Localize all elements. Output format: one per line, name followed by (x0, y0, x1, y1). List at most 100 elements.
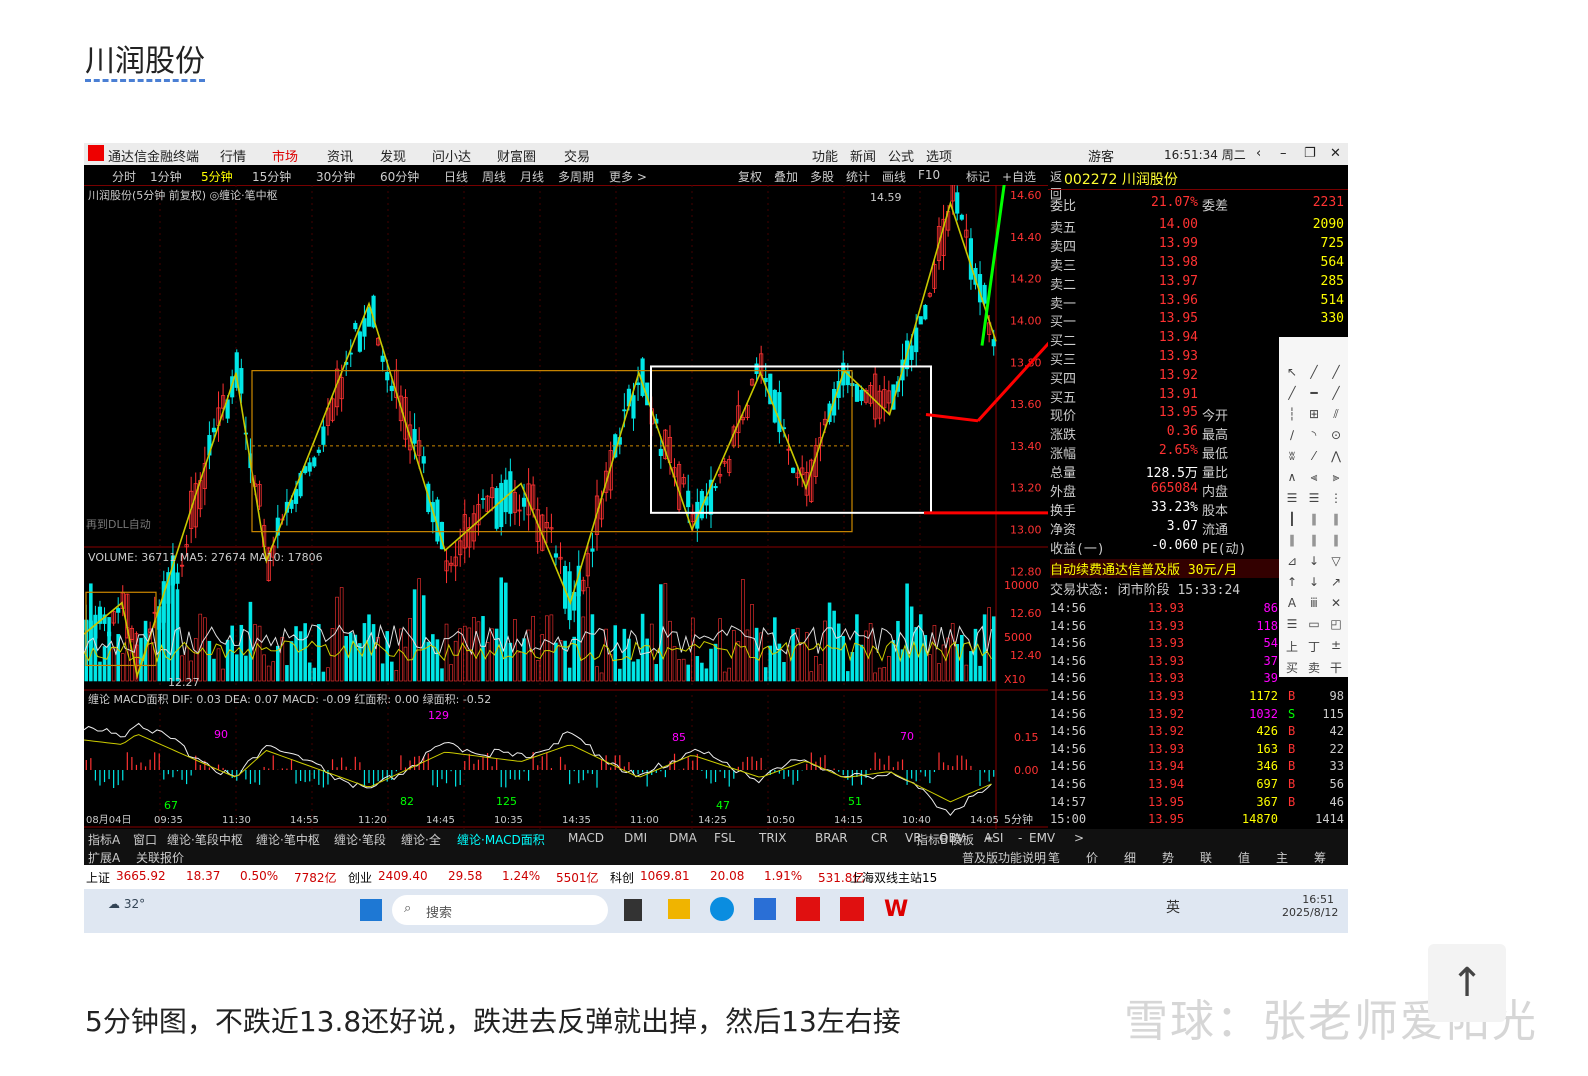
drawing-tools-palette[interactable]: ↖ ╱ ╱ ╱ ━ ╱ ┆ ⊞ ⫽ ∕ ◝ ⊙ ʬ ⁄ ⋀ ∧ ⫷ ⫸ ☰ ☰ ⋮ ┃ ∥ ∥ ∥ ∥ ∥ ⊿ ↓ ▽ ↑ ↓ ↗ Aⅲ ✕ ☰ ▭ ◰ 上… (1279, 337, 1348, 677)
drawing-tool-icon[interactable]: ⊙ (1327, 428, 1345, 442)
sub-tab[interactable]: 关联报价 (136, 849, 184, 866)
promo-banner[interactable]: 自动续费通达信普及版 30元/月 (1050, 559, 1280, 578)
menu-item[interactable]: 财富圈 (497, 146, 536, 165)
drawing-tool-icon[interactable]: ↖ (1283, 365, 1301, 379)
indicator-tab[interactable]: 缠论·笔段中枢 (167, 831, 243, 848)
drawing-tool-icon[interactable]: 干 (1327, 659, 1345, 676)
timeframe-tab[interactable]: 60分钟 (380, 168, 419, 185)
drawing-tool-icon[interactable]: ∥ (1305, 533, 1323, 547)
drawing-tool-icon[interactable]: ⅲ (1305, 596, 1323, 610)
indicator-tab[interactable]: CR (871, 831, 888, 845)
timeframe-tab[interactable]: 周线 (482, 168, 506, 185)
right-panel-tab[interactable]: 主 (1276, 849, 1288, 866)
chart-tool-button[interactable]: 统计 (846, 168, 870, 185)
weather-widget[interactable]: ☁ 32° (108, 897, 145, 911)
drawing-tool-icon[interactable]: ⋀ (1327, 449, 1345, 463)
drawing-tool-icon[interactable]: ╱ (1283, 386, 1301, 400)
indicator-tab[interactable]: 模板 (950, 831, 974, 848)
indicator-tab[interactable]: > (1074, 831, 1084, 845)
indicator-tab[interactable]: 缠论·MACD面积 (457, 831, 545, 848)
timeframe-tab[interactable]: 月线 (520, 168, 544, 185)
right-panel-tab[interactable]: 价 (1086, 849, 1098, 866)
right-panel-tab[interactable]: 细 (1124, 849, 1136, 866)
indicator-tab[interactable]: DMA (669, 831, 697, 845)
drawing-tool-icon[interactable]: ⊿ (1283, 554, 1301, 568)
drawing-tool-icon[interactable]: ☰ (1283, 617, 1301, 631)
drawing-tool-icon[interactable]: ⁄ (1305, 449, 1323, 463)
drawing-tool-icon[interactable]: 卖 (1305, 659, 1323, 676)
drawing-tool-icon[interactable]: ☰ (1283, 491, 1301, 505)
menu-item[interactable]: 资讯 (327, 146, 353, 165)
drawing-tool-icon[interactable]: ╱ (1305, 365, 1323, 379)
right-panel-tab[interactable]: 值 (1238, 849, 1250, 866)
drawing-tool-icon[interactable]: ʬ (1283, 449, 1301, 463)
drawing-tool-icon[interactable]: ╱ (1327, 386, 1345, 400)
drawing-tool-icon[interactable]: ✕ (1327, 596, 1345, 610)
timeframe-tab[interactable]: 更多 > (609, 168, 647, 185)
indicator-tab[interactable]: BRAR (815, 831, 848, 845)
drawing-tool-icon[interactable]: ┃ (1283, 512, 1301, 526)
drawing-tool-icon[interactable]: ╱ (1327, 365, 1345, 379)
drawing-tool-icon[interactable]: 买 (1283, 659, 1301, 676)
indicator-tab[interactable]: FSL (714, 831, 735, 845)
post-title[interactable]: 川润股份 (85, 36, 205, 80)
drawing-tool-icon[interactable]: ∥ (1283, 533, 1301, 547)
drawing-tool-icon[interactable]: ∧ (1283, 470, 1301, 484)
indicator-tab[interactable]: 缠论·笔中枢 (256, 831, 320, 848)
indicator-tab[interactable]: TRIX (759, 831, 786, 845)
menu-item[interactable]: 选项 (926, 146, 952, 165)
menu-item-active[interactable]: 市场 (272, 146, 298, 165)
drawing-tool-icon[interactable]: ∕ (1283, 428, 1301, 442)
restore-icon[interactable]: ❐ (1304, 146, 1316, 161)
drawing-tool-icon[interactable]: ⊞ (1305, 407, 1323, 421)
indicator-tab[interactable]: DMI (624, 831, 647, 845)
chart-tool-button[interactable]: 多股 (810, 168, 834, 185)
drawing-tool-icon[interactable]: ⫸ (1327, 470, 1345, 485)
close-icon[interactable]: ✕ (1330, 146, 1341, 161)
timeframe-tab[interactable]: 分时 (112, 168, 136, 185)
chart-tool-button[interactable]: +自选 (1002, 168, 1036, 185)
drawing-tool-icon[interactable]: ━ (1305, 386, 1323, 400)
right-panel-tab[interactable]: 筹 (1314, 849, 1326, 866)
store-icon[interactable] (754, 898, 776, 920)
indicator-tab[interactable]: 缠论·笔段 (334, 831, 386, 848)
drawing-tool-icon[interactable]: ⫷ (1305, 470, 1323, 485)
tdx-app-icon[interactable] (796, 897, 820, 921)
menu-item[interactable]: 发现 (380, 146, 406, 165)
indicator-tab[interactable]: 缠论·全 (401, 831, 441, 848)
indicator-tab[interactable]: - (1018, 831, 1022, 845)
chart-tool-button[interactable]: F10 (918, 168, 940, 182)
right-panel-tab[interactable]: 联 (1200, 849, 1212, 866)
menu-item[interactable]: 新闻 (850, 146, 876, 165)
menu-item[interactable]: 交易 (564, 146, 590, 165)
drawing-tool-icon[interactable]: ± (1327, 638, 1345, 652)
kline-chart[interactable]: 川润股份(5分钟 前复权) ◎缠论·笔中枢 14.60 14.40 14.20 14.0… (84, 185, 1048, 829)
menu-item[interactable]: 功能 (812, 146, 838, 165)
timeframe-tab[interactable]: 1分钟 (150, 168, 182, 185)
edge-icon[interactable] (710, 897, 734, 921)
drawing-tool-icon[interactable]: 丁 (1305, 638, 1323, 655)
tdx-app-icon-2[interactable] (840, 897, 864, 921)
right-panel-tab[interactable]: 笔 (1048, 849, 1060, 866)
drawing-tool-icon[interactable]: ▽ (1327, 554, 1345, 568)
indicator-tab[interactable]: + (984, 831, 994, 845)
drawing-tool-icon[interactable]: ↑ (1283, 575, 1301, 589)
drawing-tool-icon[interactable]: A (1283, 596, 1301, 610)
drawing-tool-icon[interactable]: ┆ (1283, 407, 1301, 421)
indicator-tab[interactable]: 指标B (916, 831, 948, 848)
chart-tool-button[interactable]: 叠加 (774, 168, 798, 185)
drawing-tool-icon[interactable]: 上 (1283, 638, 1301, 655)
minimize-icon[interactable]: – (1280, 146, 1287, 161)
ime-indicator[interactable]: 英 (1166, 897, 1180, 917)
menu-item[interactable]: 问小达 (432, 146, 471, 165)
chart-tool-button[interactable]: 复权 (738, 168, 762, 185)
chart-tool-button[interactable]: 画线 (882, 168, 906, 185)
timeframe-tab[interactable]: 15分钟 (252, 168, 291, 185)
scroll-top-button[interactable]: ↑ (1428, 944, 1506, 1022)
drawing-tool-icon[interactable]: ◰ (1327, 617, 1345, 631)
right-panel-tab[interactable]: 普及版功能说明 (962, 849, 1046, 866)
timeframe-tab[interactable]: 5分钟 (201, 168, 233, 185)
start-icon[interactable] (360, 899, 382, 921)
indicator-tab[interactable]: EMV (1029, 831, 1055, 845)
drawing-tool-icon[interactable]: ▭ (1305, 617, 1323, 631)
